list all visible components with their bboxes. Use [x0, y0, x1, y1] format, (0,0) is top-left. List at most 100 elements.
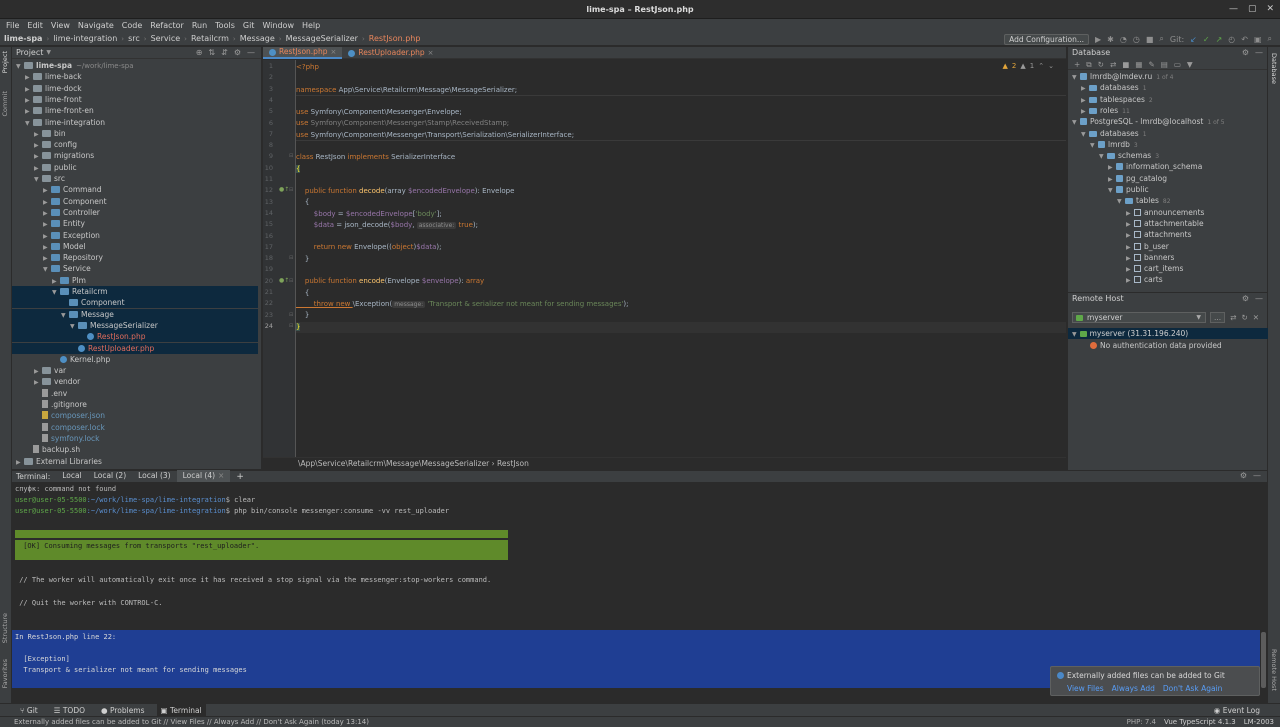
chevron-down-icon[interactable]: ▼ — [1090, 140, 1098, 151]
database-tree-item[interactable]: ▶ banners — [1126, 252, 1174, 263]
project-tree-item[interactable]: ▶ public — [12, 162, 258, 173]
chevron-down-icon[interactable]: ▼ — [1108, 185, 1116, 196]
project-tool-tab[interactable]: Project — [1, 51, 9, 73]
project-tree-item[interactable]: ▶ Exception — [12, 230, 258, 241]
add-configuration-button[interactable]: Add Configuration... — [1004, 33, 1090, 45]
git-rollback-icon[interactable]: ↶ — [1241, 35, 1248, 44]
php-version[interactable]: PHP: 7.4 — [1127, 717, 1156, 727]
expand-all-icon[interactable]: ⇅ — [208, 48, 215, 57]
project-tree-item[interactable]: RestUploader.php — [12, 342, 258, 354]
server-select[interactable]: myserver ▼ — [1072, 312, 1206, 323]
git-branch[interactable]: LM-2003 — [1244, 717, 1274, 727]
menu-item-help[interactable]: Help — [298, 19, 324, 32]
database-tree-item[interactable]: ▶ cart_items — [1126, 263, 1183, 274]
layout-icon[interactable]: ▣ — [1254, 35, 1262, 44]
project-tree-item[interactable]: ▶ var — [12, 365, 258, 376]
project-tree-item[interactable]: ▶ Component — [12, 196, 258, 207]
gear-icon[interactable]: ⚙ — [234, 48, 241, 57]
edit-icon[interactable]: ✎ — [1148, 59, 1154, 69]
hide-icon[interactable]: — — [1253, 471, 1261, 480]
project-tree-item[interactable]: .env — [12, 388, 258, 399]
search-everywhere-icon[interactable]: ⌕ — [1268, 34, 1272, 44]
database-tree-item[interactable]: ▶ announcements — [1126, 207, 1204, 218]
database-tree-item[interactable]: ▼ tables 82 — [1117, 195, 1171, 206]
project-tree-item[interactable]: ▼ lime-spa ~/work/lime-spa — [12, 60, 258, 71]
project-tree-item[interactable]: ▶ migrations — [12, 150, 258, 161]
chevron-down-icon[interactable]: ▼ — [1117, 196, 1125, 207]
breadcrumb-item[interactable]: lime-spa — [4, 34, 46, 43]
status-message[interactable]: Externally added files can be added to G… — [14, 718, 369, 726]
gear-icon[interactable]: ⚙ — [1242, 293, 1249, 305]
switch-icon[interactable]: ⇄ — [1230, 313, 1236, 322]
chevron-down-icon[interactable]: ▼ — [1099, 151, 1107, 162]
fold-icon[interactable]: ⊟ — [289, 153, 293, 159]
project-tree-item[interactable]: ▶ External Libraries — [12, 456, 258, 467]
project-tree-item[interactable]: ▶ lime-front — [12, 94, 258, 105]
project-tree-item[interactable]: RestJson.php — [12, 331, 258, 343]
editor-breadcrumb[interactable]: \App\Service\Retailcrm\Message\MessageSe… — [263, 457, 1066, 469]
project-tree-item[interactable]: symfony.lock — [12, 433, 258, 444]
remote-host-tool-tab[interactable]: Remote Host — [1270, 649, 1278, 691]
locate-icon[interactable]: ⊕ — [196, 48, 203, 57]
breadcrumb-item[interactable]: lime-integration — [53, 34, 121, 43]
chevron-down-icon[interactable]: ▼ — [1072, 117, 1080, 128]
project-tree-item[interactable]: ▶ Repository — [12, 252, 258, 263]
chevron-down-icon[interactable]: ▼ — [46, 49, 51, 56]
project-tree-item[interactable]: ▼ lime-integration — [12, 117, 258, 128]
collapse-all-icon[interactable]: ⇵ — [221, 48, 228, 57]
project-tree-item[interactable]: .gitignore — [12, 399, 258, 410]
stop-icon[interactable]: ■ — [1146, 35, 1154, 44]
breadcrumb-item[interactable]: Message — [240, 34, 279, 43]
chevron-down-icon[interactable]: ▼ — [1081, 129, 1089, 140]
git-update-icon[interactable]: ↙ — [1190, 35, 1197, 44]
project-tree-item[interactable]: backup.sh — [12, 444, 258, 455]
close-icon[interactable]: ✕ — [1266, 4, 1274, 14]
database-tree-item[interactable]: ▶ attachments — [1126, 229, 1191, 240]
database-tool-tab[interactable]: Database — [1270, 53, 1278, 84]
stop-icon[interactable]: ■ — [1122, 59, 1129, 69]
table-icon[interactable]: ▦ — [1135, 59, 1142, 69]
close-icon[interactable]: ✕ — [1253, 313, 1259, 322]
project-tree-item[interactable]: Component — [12, 297, 258, 309]
database-tree-item[interactable]: ▼ schemas 3 — [1099, 150, 1159, 161]
close-icon[interactable]: × — [218, 470, 224, 482]
sync-icon[interactable]: ⇄ — [1110, 59, 1116, 69]
view-files-link[interactable]: View Files — [1067, 684, 1104, 693]
refresh-icon[interactable]: ↻ — [1098, 59, 1104, 69]
database-tree-item[interactable]: ▼ lmrdb@lmdev.ru 1 of 4 — [1072, 71, 1173, 82]
gear-icon[interactable]: ⚙ — [1240, 471, 1247, 480]
project-tree-item[interactable]: ▶ bin — [12, 128, 258, 139]
todo-tool-button[interactable]: ☰ TODO — [50, 704, 89, 717]
project-tree-item[interactable]: ▶ lime-dock — [12, 83, 258, 94]
menu-item-file[interactable]: File — [2, 19, 23, 32]
database-tree-item[interactable]: ▶ information_schema — [1108, 161, 1202, 172]
always-add-link[interactable]: Always Add — [1112, 684, 1155, 693]
minimize-icon[interactable]: — — [1229, 4, 1238, 14]
browse-button[interactable]: ... — [1210, 312, 1226, 323]
project-tree-item[interactable]: ▶ Entity — [12, 218, 258, 229]
server-row[interactable]: ▼ myserver (31.31.196.240) — [1068, 328, 1268, 339]
filter-icon[interactable]: ▼ — [1187, 59, 1193, 69]
database-tree-item[interactable]: ▼ databases 1 — [1081, 128, 1147, 139]
coverage-icon[interactable]: ◔ — [1120, 35, 1127, 44]
close-icon[interactable]: × — [428, 47, 434, 59]
run-icon[interactable]: ▶ — [1095, 35, 1101, 44]
git-commit-icon[interactable]: ✓ — [1203, 35, 1210, 44]
breadcrumb-item[interactable]: Retailcrm — [191, 34, 233, 43]
search-icon[interactable]: ⌕ — [1159, 34, 1163, 44]
menu-item-view[interactable]: View — [47, 19, 74, 32]
git-push-icon[interactable]: ↗ — [1216, 35, 1223, 44]
database-tree-item[interactable]: ▼ PostgreSQL - lmrdb@localhost 1 of 5 — [1072, 116, 1225, 127]
maximize-icon[interactable]: ▢ — [1248, 4, 1257, 14]
code-area[interactable]: <?php namespace App\Service\Retailcrm\Me… — [296, 60, 1066, 457]
project-tree-item[interactable]: ▶ Plm — [12, 275, 258, 286]
hide-icon[interactable]: — — [1255, 293, 1263, 305]
project-tree-item[interactable]: ▼ src — [12, 173, 258, 184]
problems-tool-button[interactable]: ● Problems — [97, 704, 149, 717]
terminal-output[interactable]: спуфк: command not found user@user-05-55… — [12, 482, 1260, 688]
view-icon[interactable]: ▭ — [1174, 59, 1181, 69]
refresh-icon[interactable]: ↻ — [1241, 313, 1247, 322]
fold-icon[interactable]: ⊟ — [289, 323, 293, 329]
hide-icon[interactable]: — — [247, 48, 255, 57]
terminal-tool-button[interactable]: ▣ Terminal — [156, 703, 206, 717]
